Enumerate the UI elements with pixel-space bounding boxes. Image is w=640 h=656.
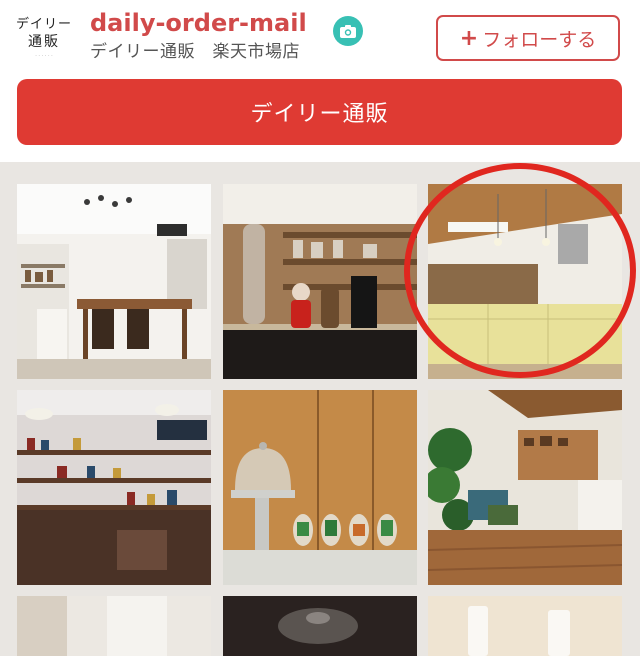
- logo-tagline-mark: . . . . . .: [35, 52, 53, 58]
- logo-line-2: 通販: [28, 34, 60, 50]
- shop-name[interactable]: daily-order-mail: [90, 6, 307, 40]
- logo-line-1: デイリー: [15, 17, 72, 32]
- shop-link-button[interactable]: デイリー通販: [17, 79, 622, 145]
- photo-cake-dome-cactus[interactable]: [223, 390, 417, 585]
- photo-christmas-shelf[interactable]: [223, 184, 417, 379]
- shop-logo[interactable]: デイリー 通販 . . . . . .: [14, 8, 74, 68]
- camera-icon[interactable]: [333, 16, 363, 46]
- photo-wood-ceiling-kitchen[interactable]: [428, 184, 622, 379]
- profile-header: デイリー 通販 . . . . . . daily-order-mail デイリ…: [0, 0, 640, 162]
- photo-bottom-2[interactable]: [223, 596, 417, 656]
- photo-bottom-3[interactable]: [428, 596, 622, 656]
- photo-bottom-1[interactable]: [17, 596, 211, 656]
- photo-white-kitchen-dining[interactable]: [17, 184, 211, 379]
- plus-icon: +: [459, 25, 479, 51]
- follow-button[interactable]: + フォローする: [436, 15, 620, 61]
- photo-cafe-shelf-wall[interactable]: [17, 390, 211, 585]
- follow-label: フォローする: [482, 28, 597, 51]
- photo-green-living-room[interactable]: [428, 390, 622, 585]
- shop-subtitle: デイリー通販 楽天市場店: [90, 42, 300, 62]
